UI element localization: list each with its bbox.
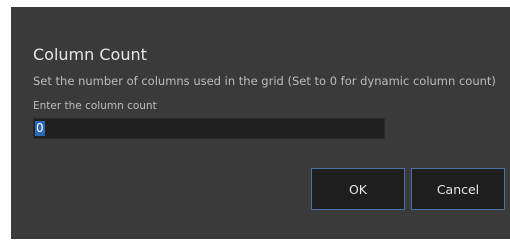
column-count-input-value: 0 [35, 121, 45, 136]
column-count-label: Enter the column count [33, 100, 157, 112]
column-count-dialog: Column Count Set the number of columns u… [11, 7, 510, 239]
ok-button[interactable]: OK [311, 168, 405, 210]
cancel-button[interactable]: Cancel [411, 168, 505, 210]
column-count-input[interactable]: 0 [33, 118, 385, 139]
dialog-title: Column Count [33, 45, 147, 64]
dialog-description: Set the number of columns used in the gr… [33, 74, 496, 88]
